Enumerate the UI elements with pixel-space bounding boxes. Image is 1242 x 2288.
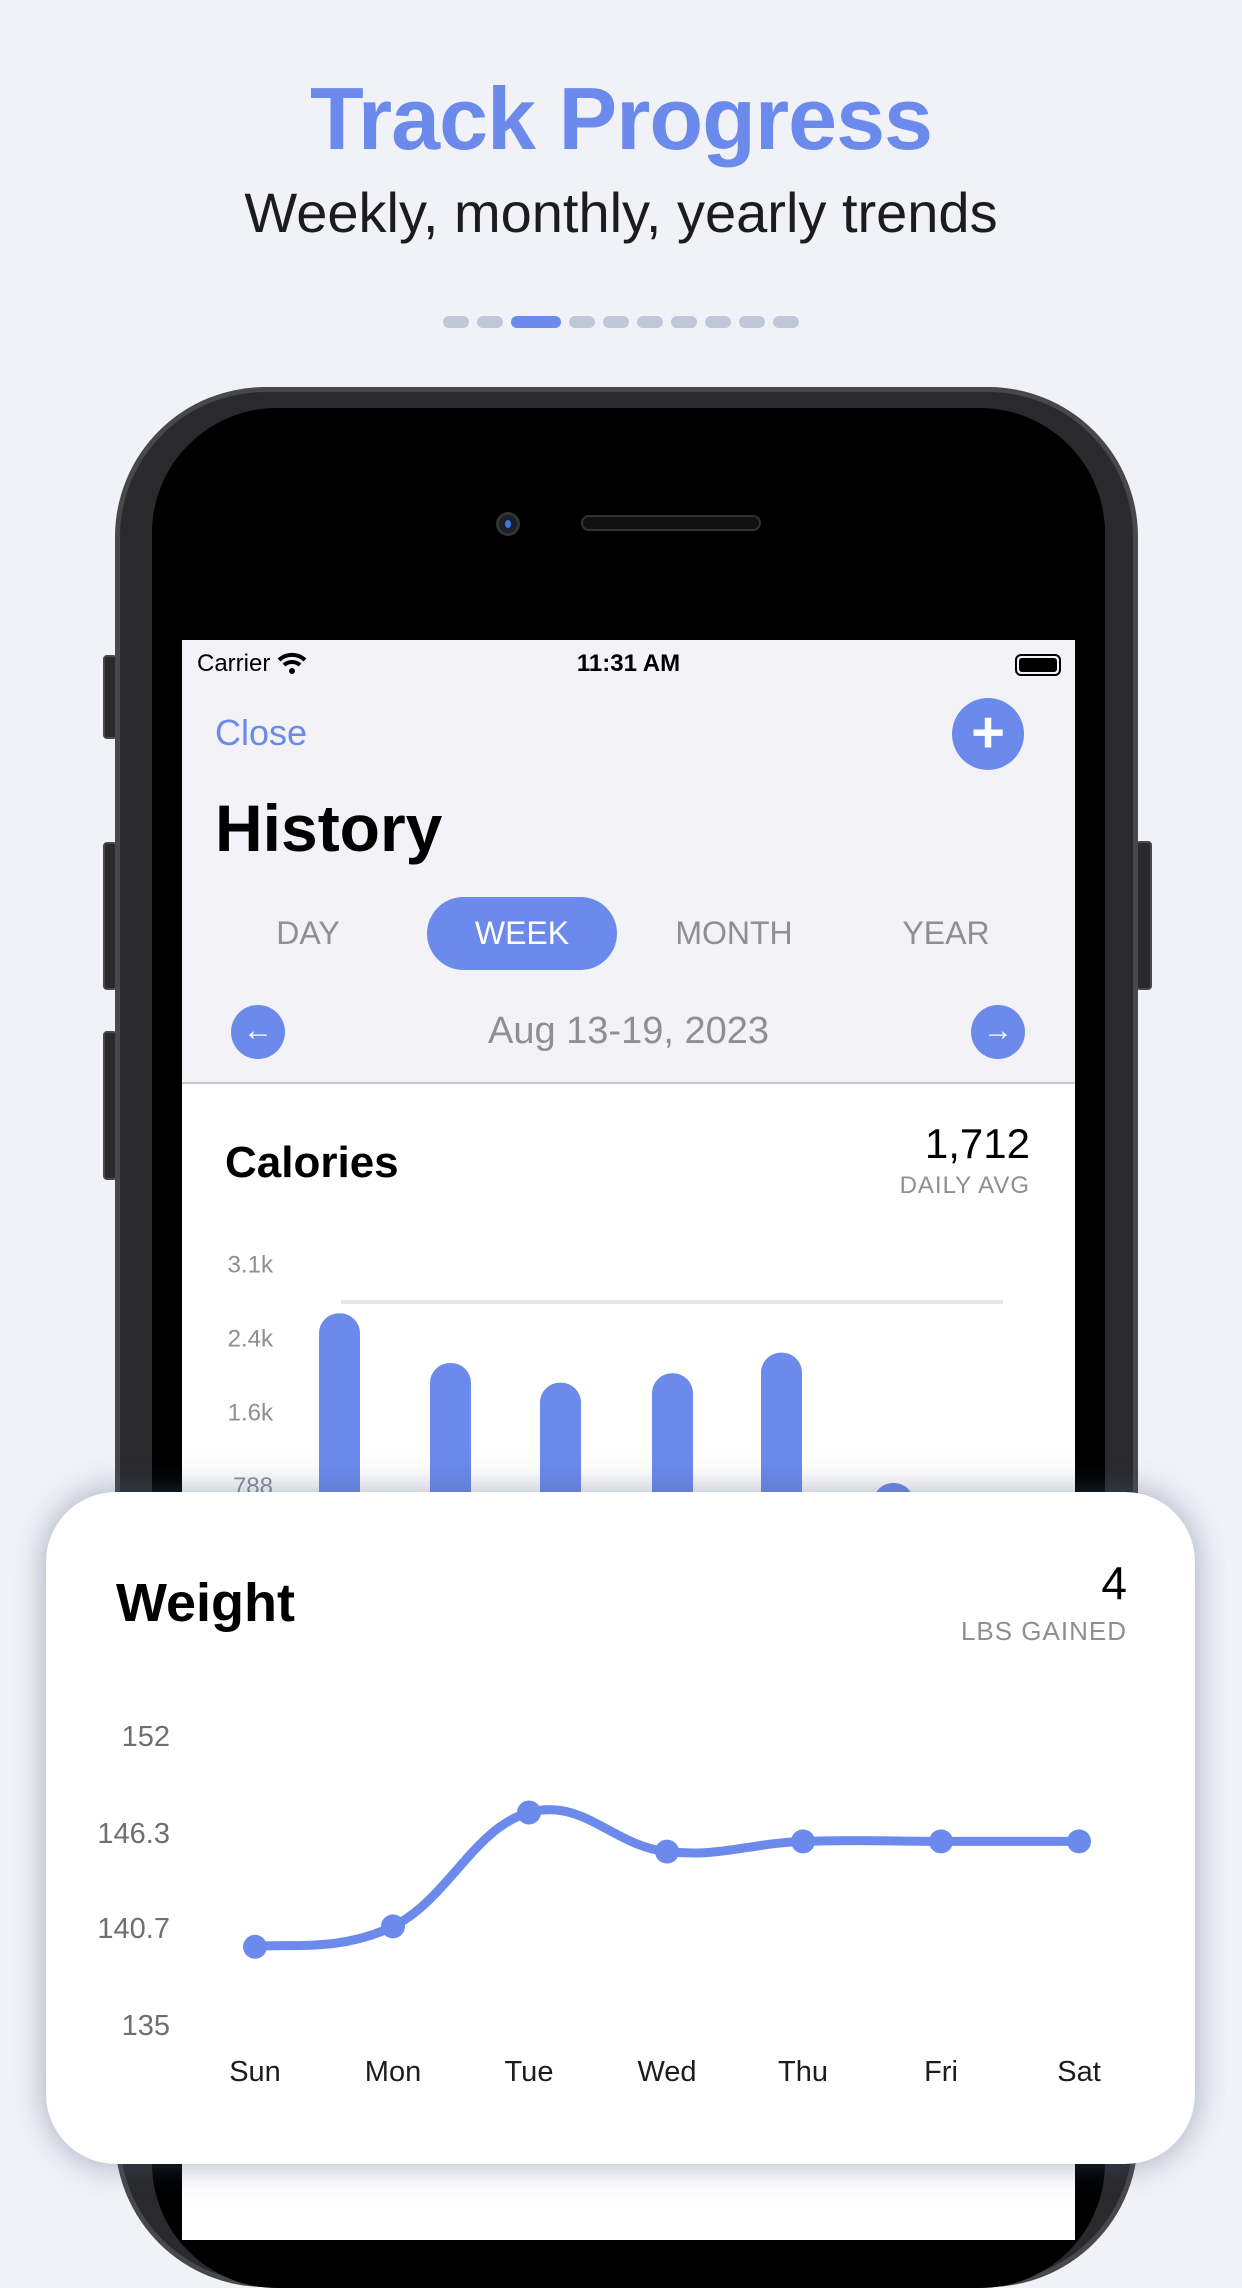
page-dot-9[interactable] (739, 316, 765, 328)
page-dot-3[interactable] (511, 316, 561, 328)
y-tick-label: 152 (122, 1721, 170, 1753)
page-dot-2[interactable] (477, 316, 503, 328)
point-mon (381, 1914, 405, 1939)
x-tick-label: Wed (637, 2056, 696, 2088)
x-tick-label: Mon (365, 2056, 421, 2088)
x-tick-label: Fri (924, 2056, 958, 2088)
x-tick-label: Sun (229, 2056, 281, 2088)
x-tick-label: Tue (505, 2056, 554, 2088)
page-dot-1[interactable] (443, 316, 469, 328)
y-tick-label: 2.4k (228, 1325, 274, 1352)
x-tick-label: Thu (778, 2056, 828, 2088)
y-tick-label: 1.6k (228, 1399, 274, 1426)
point-sun (243, 1934, 267, 1959)
calories-chart: 3.1k2.4k1.6k788 (228, 1252, 1003, 1599)
x-tick-label: Sat (1057, 2056, 1101, 2088)
camera-icon (496, 512, 520, 536)
point-wed (655, 1839, 679, 1864)
point-thu (791, 1829, 815, 1854)
page-dot-7[interactable] (671, 316, 697, 328)
mute-switch (103, 655, 117, 739)
y-tick-label: 135 (122, 2010, 170, 2042)
weight-line (250, 1805, 1084, 1952)
volume-down-button (103, 1031, 117, 1180)
power-button (1136, 841, 1152, 990)
weight-card: Weight 4 LBS GAINED 152 146.3 140.7 135 Sun M… (46, 1492, 1195, 2164)
volume-up-button (103, 842, 117, 990)
page-dot-4[interactable] (569, 316, 595, 328)
speaker-grille (581, 515, 761, 531)
y-tick-label: 146.3 (97, 1818, 170, 1850)
promo-subheadline: Weekly, monthly, yearly trends (244, 181, 998, 244)
page-dot-8[interactable] (705, 316, 731, 328)
y-tick-label: 140.7 (97, 1913, 170, 1945)
point-sat (1067, 1829, 1091, 1854)
page-dot-10[interactable] (773, 316, 799, 328)
promo-headline: Track Progress (310, 69, 933, 168)
weight-chart: 152 146.3 140.7 135 Sun Mon Tue Wed Thu Fri Sat (97, 1721, 1101, 2088)
page-dot-6[interactable] (637, 316, 663, 328)
page-indicator[interactable] (0, 316, 1242, 328)
page-dot-5[interactable] (603, 316, 629, 328)
point-tue (517, 1800, 541, 1825)
y-tick-label: 3.1k (228, 1252, 274, 1279)
point-fri (929, 1829, 953, 1854)
